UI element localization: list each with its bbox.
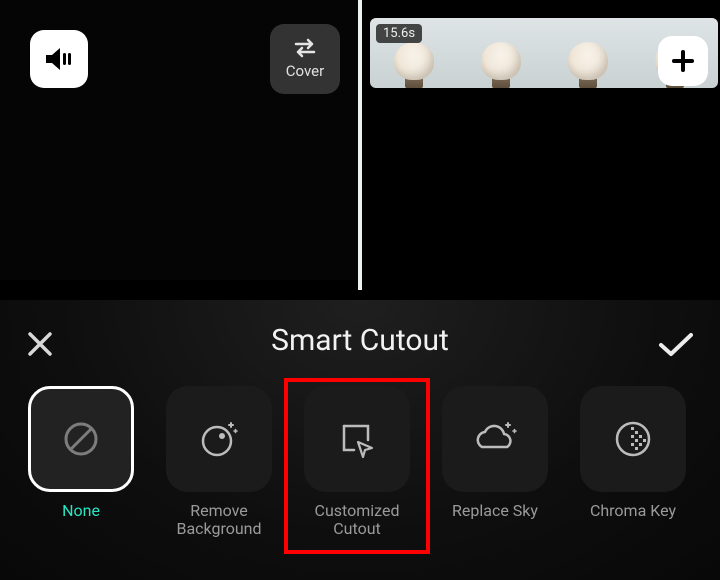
plus-icon (670, 48, 696, 74)
option-tile (166, 386, 272, 492)
smart-cutout-sheet: Smart Cutout (0, 300, 720, 580)
option-label: Customized Cutout (315, 502, 400, 538)
option-label: Remove Background (176, 502, 261, 538)
option-label: Chroma Key (590, 502, 676, 520)
panel-divider (358, 0, 362, 290)
swap-icon (292, 38, 318, 62)
option-remove-background[interactable]: Remove Background (166, 386, 272, 538)
option-customized-cutout[interactable]: Customized Cutout (304, 386, 410, 538)
option-label: None (62, 502, 100, 520)
speaker-icon (44, 45, 74, 73)
close-icon (26, 330, 54, 358)
timeline-panel[interactable]: 15.6s (362, 0, 720, 280)
option-none[interactable]: None (28, 386, 134, 538)
none-icon (60, 418, 102, 460)
option-tile (442, 386, 548, 492)
chroma-key-icon (611, 417, 655, 461)
cover-button[interactable]: Cover (270, 24, 340, 94)
app-root: Cover 15.6s (0, 0, 720, 580)
duration-badge: 15.6s (376, 24, 422, 43)
clip-frame (544, 18, 631, 88)
replace-sky-icon (470, 419, 520, 459)
check-icon (657, 330, 695, 358)
option-tile (28, 386, 134, 492)
cutout-options: None Remove Background (0, 380, 720, 538)
video-preview[interactable]: Cover (0, 0, 358, 280)
cover-label: Cover (286, 62, 324, 80)
confirm-button[interactable] (652, 324, 700, 364)
close-button[interactable] (20, 324, 60, 364)
sheet-title: Smart Cutout (271, 323, 449, 358)
remove-background-icon (196, 416, 242, 462)
option-chroma-key[interactable]: Chroma Key (580, 386, 686, 538)
option-replace-sky[interactable]: Replace Sky (442, 386, 548, 538)
mute-button[interactable] (30, 30, 88, 88)
add-clip-button[interactable] (658, 36, 708, 86)
option-tile (304, 386, 410, 492)
option-tile (580, 386, 686, 492)
sheet-header: Smart Cutout (0, 300, 720, 380)
customized-cutout-icon (334, 416, 380, 462)
clip-frame (457, 18, 544, 88)
option-label: Replace Sky (452, 502, 538, 520)
top-area: Cover 15.6s (0, 0, 720, 280)
